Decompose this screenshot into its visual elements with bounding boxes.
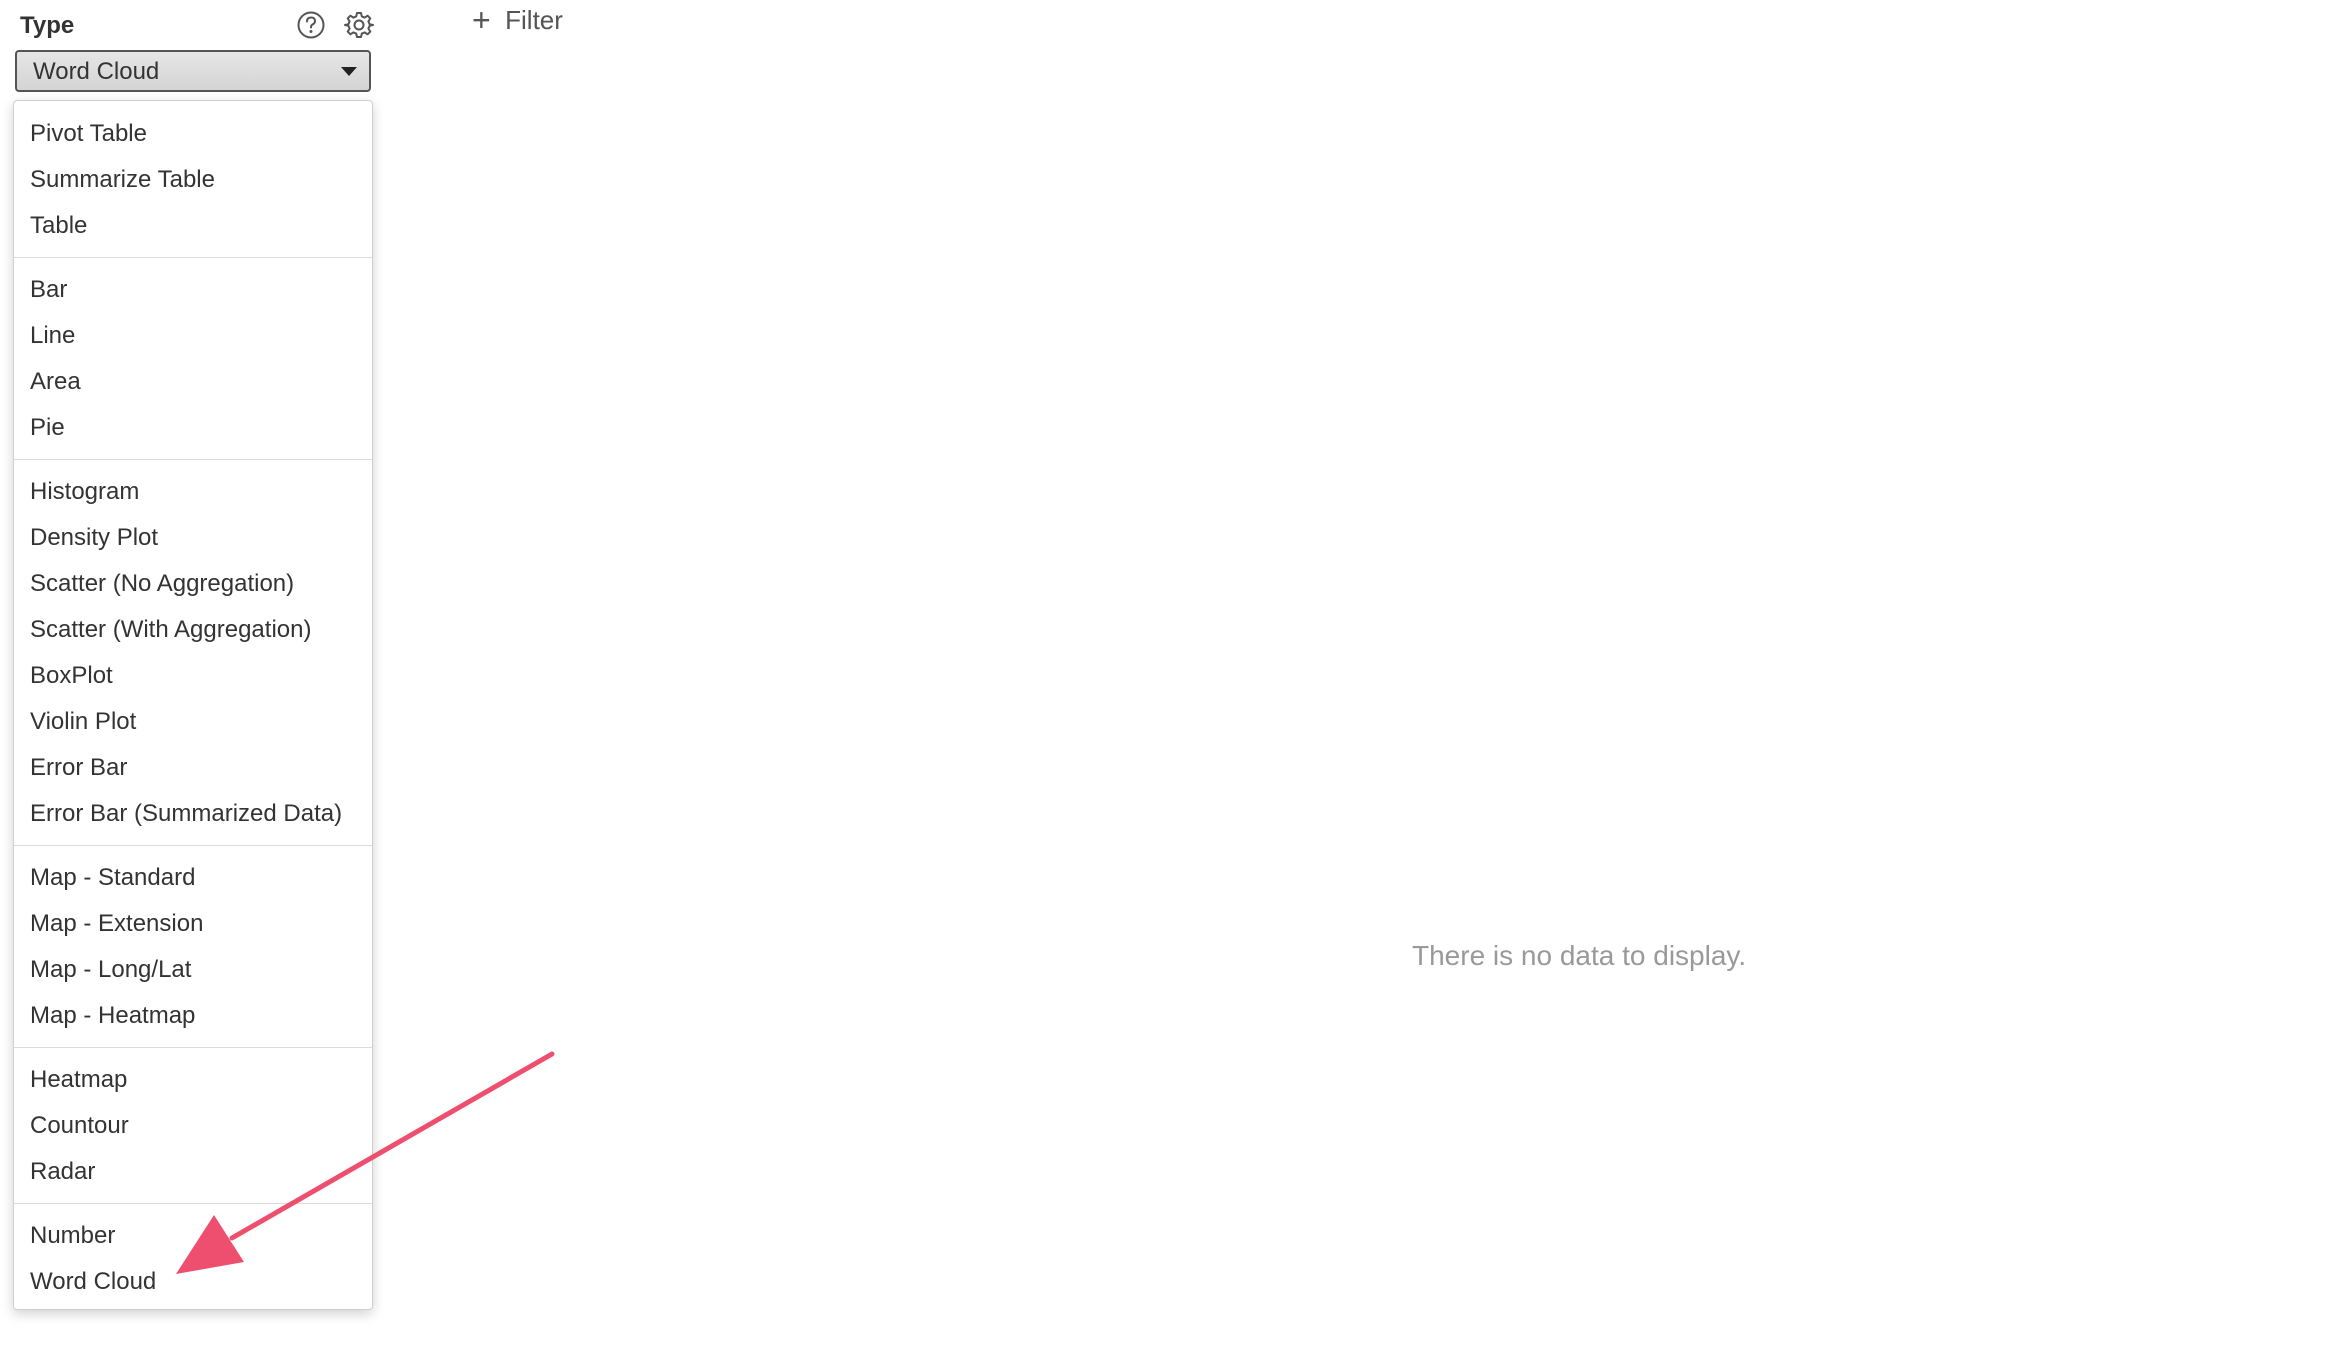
menu-item[interactable]: Pie [14,405,372,451]
menu-item[interactable]: Area [14,359,372,405]
menu-item[interactable]: Scatter (No Aggregation) [14,561,372,607]
menu-divider [14,1047,372,1048]
menu-item[interactable]: Histogram [14,469,372,515]
chart-type-selected-value: Word Cloud [33,58,160,85]
menu-divider [14,1203,372,1204]
caret-down-icon [341,67,357,76]
menu-item[interactable]: Map - Standard [14,855,372,901]
menu-divider [14,459,372,460]
question-circle-icon[interactable] [296,10,326,40]
gear-icon[interactable] [344,10,374,40]
filter-label: Filter [505,5,563,35]
chart-type-select[interactable]: Word Cloud [15,50,371,92]
menu-item[interactable]: Word Cloud [14,1259,372,1305]
menu-item[interactable]: BoxPlot [14,653,372,699]
menu-item[interactable]: Countour [14,1103,372,1149]
type-header: Type [20,10,376,44]
menu-divider [14,257,372,258]
empty-state-message: There is no data to display. [1412,940,1747,971]
menu-item[interactable]: Pivot Table [14,111,372,157]
menu-item[interactable]: Line [14,313,372,359]
menu-item[interactable]: Summarize Table [14,157,372,203]
add-filter-button[interactable]: + Filter [472,2,563,38]
menu-divider [14,845,372,846]
menu-item[interactable]: Error Bar [14,745,372,791]
menu-item[interactable]: Map - Heatmap [14,993,372,1039]
app-root: Type Word Cloud Pivot Table Summarize Tab… [0,0,2352,1358]
menu-item[interactable]: Map - Extension [14,901,372,947]
menu-item[interactable]: Table [14,203,372,249]
menu-item[interactable]: Radar [14,1149,372,1195]
chart-type-dropdown-menu: Pivot Table Summarize Table Table Bar Line Ar… [13,100,373,1310]
menu-item[interactable]: Density Plot [14,515,372,561]
menu-item[interactable]: Number [14,1213,372,1259]
menu-item[interactable]: Map - Long/Lat [14,947,372,993]
menu-item[interactable]: Scatter (With Aggregation) [14,607,372,653]
menu-item[interactable]: Bar [14,267,372,313]
plus-icon: + [472,2,491,38]
menu-item[interactable]: Violin Plot [14,699,372,745]
menu-item[interactable]: Heatmap [14,1057,372,1103]
type-label: Type [20,12,75,39]
menu-item[interactable]: Error Bar (Summarized Data) [14,791,372,837]
